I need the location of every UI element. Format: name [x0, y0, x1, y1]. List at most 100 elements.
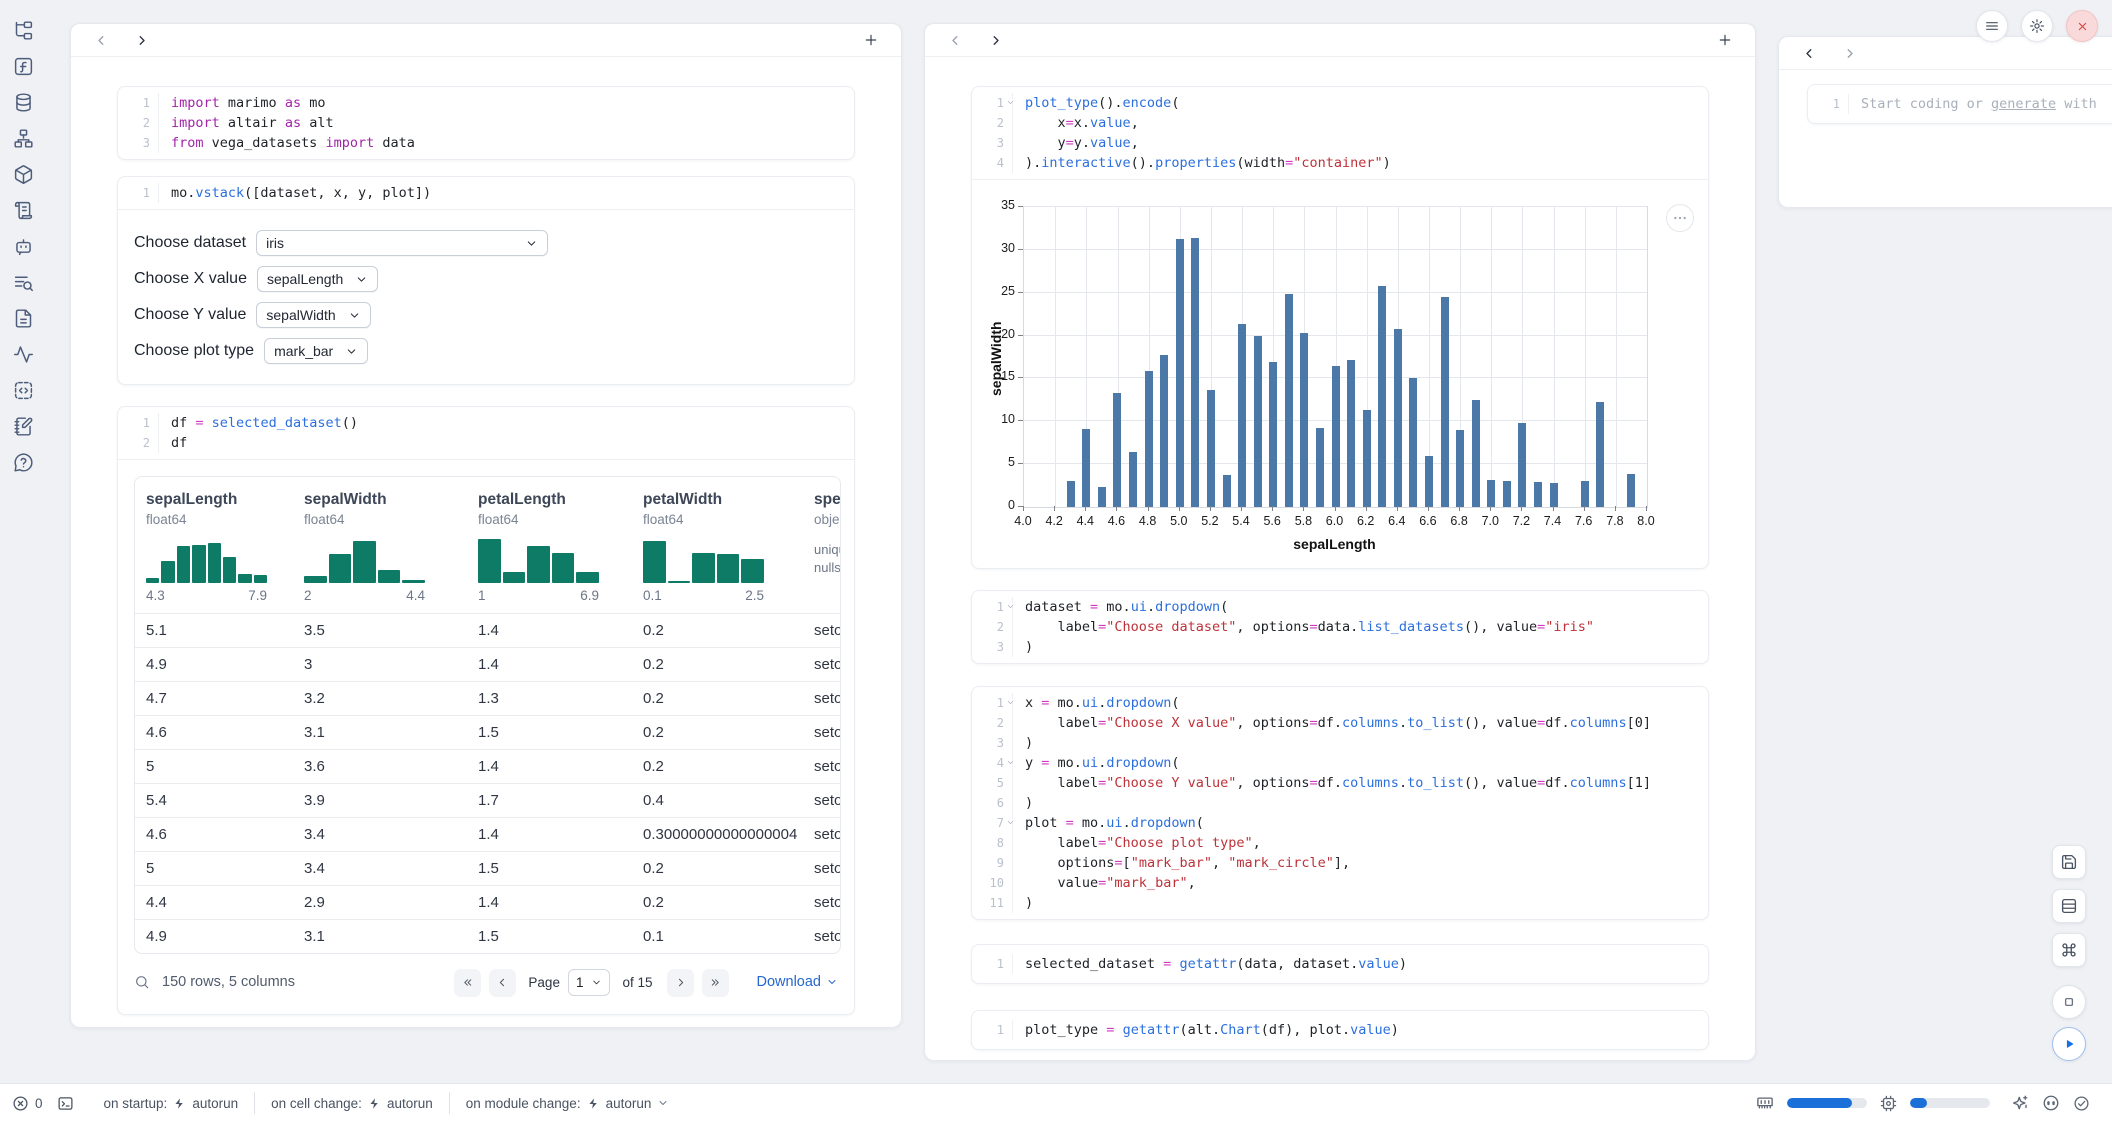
hist-bar [177, 546, 190, 583]
run-config-segment-2[interactable]: on cell change: autorun [254, 1092, 449, 1114]
ai-assist-button[interactable] [2011, 1094, 2029, 1112]
column-header-petalLength[interactable]: petalLength float6416.9 [478, 491, 643, 603]
code-editor[interactable]: 1df = selected_dataset()2df [118, 407, 854, 459]
sidebar-item-dependencies[interactable] [0, 120, 46, 156]
column-header-sepalLength[interactable]: sepalLength float644.37.9 [146, 491, 304, 603]
check-circle-icon [2073, 1095, 2090, 1112]
panel-forward-button[interactable] [1837, 41, 1861, 65]
cell-selected-dataset: 1selected_dataset = getattr(data, datase… [971, 944, 1709, 984]
control-label: Choose X value [134, 270, 247, 288]
code-editor[interactable]: 1import marimo as mo2import altair as al… [118, 87, 854, 159]
sidebar-item-notebook[interactable] [0, 408, 46, 444]
download-button[interactable]: Download [757, 974, 839, 990]
circle-x-icon [12, 1095, 29, 1112]
copilot-button[interactable] [2042, 1094, 2060, 1112]
sidebar-item-help[interactable] [0, 444, 46, 480]
chevron-down-icon [591, 977, 602, 988]
page-select[interactable]: 1 [568, 969, 611, 996]
prev-page-button[interactable] [489, 969, 516, 996]
fold-chevron-icon[interactable] [1006, 602, 1015, 611]
app-view-button[interactable] [2052, 985, 2086, 1019]
bar [1394, 329, 1402, 507]
sidebar-item-documentation[interactable] [0, 300, 46, 336]
run-config-segment-3[interactable]: on module change: autorun [449, 1092, 686, 1114]
sidebar-item-snippets[interactable] [0, 372, 46, 408]
menu-button[interactable] [1976, 10, 2008, 42]
fold-chevron-icon[interactable] [1006, 818, 1015, 827]
panel-forward-button[interactable] [983, 28, 1007, 52]
code-editor[interactable]: 1 Start coding or generate with [1808, 85, 2112, 123]
x-tick-label: 6.4 [1383, 514, 1411, 528]
column-header-sepalWidth[interactable]: sepalWidth float6424.4 [304, 491, 478, 603]
table-cell: 5 [146, 860, 304, 877]
dropdown-choose-plot-type[interactable]: mark_bar [264, 338, 368, 364]
fold-chevron-icon[interactable] [1006, 698, 1015, 707]
code-line: 1import marimo as mo [118, 93, 854, 113]
terminal-button[interactable] [57, 1095, 74, 1112]
sidebar-item-packages[interactable] [0, 156, 46, 192]
next-page-button[interactable] [667, 969, 694, 996]
sidebar-item-scratchpad[interactable] [0, 264, 46, 300]
chevron-right-icon [1842, 46, 1857, 61]
add-cell-button[interactable] [859, 28, 883, 52]
panel-back-button[interactable] [943, 28, 967, 52]
dropdown-choose-dataset[interactable]: iris [256, 230, 548, 256]
sidebar-item-datasources[interactable] [0, 84, 46, 120]
table-cell: setosa [814, 826, 841, 843]
sidebar-item-tracing[interactable] [0, 336, 46, 372]
save-button[interactable] [2052, 845, 2086, 879]
package-icon [13, 164, 34, 185]
table-search-button[interactable] [134, 974, 150, 990]
dropdown-choose-y-value[interactable]: sepalWidth [256, 302, 370, 328]
line-number: 1 [1814, 94, 1840, 114]
function-square-icon [13, 56, 34, 77]
fold-chevron-icon[interactable] [1006, 758, 1015, 767]
sidebar-item-file-explorer[interactable] [0, 12, 46, 48]
code-editor[interactable]: 1x = mo.ui.dropdown(2 label="Choose X va… [972, 687, 1708, 919]
last-page-button[interactable] [702, 969, 729, 996]
column-header-petalWidth[interactable]: petalWidth float640.12.5 [643, 491, 814, 603]
sidebar-item-variables[interactable] [0, 48, 46, 84]
code-editor[interactable]: 1plot_type = getattr(alt.Chart(df), plot… [972, 1011, 1708, 1049]
error-indicator[interactable]: 0 [12, 1095, 43, 1112]
table-cell: 0.2 [643, 860, 814, 877]
code-editor[interactable]: 1mo.vstack([dataset, x, y, plot]) [118, 177, 854, 209]
code-placeholder[interactable]: Start coding or generate with [1848, 94, 2112, 114]
sidebar-item-ai-chat[interactable] [0, 228, 46, 264]
column-header-species[interactable]: species objectunique:nulls: [814, 491, 841, 603]
settings-button[interactable] [2021, 10, 2053, 42]
chart-menu-button[interactable] [1666, 204, 1694, 232]
keyboard-shortcuts-button[interactable] [2052, 933, 2086, 967]
fold-chevron-icon[interactable] [1006, 98, 1015, 107]
x-tick-label: 7.6 [1570, 514, 1598, 528]
panel-forward-button[interactable] [129, 28, 153, 52]
bar [1332, 366, 1340, 507]
dropdown-choose-x-value[interactable]: sepalLength [257, 266, 378, 292]
bar [1176, 239, 1184, 507]
first-page-button[interactable] [454, 969, 481, 996]
chevron-right-icon [988, 33, 1003, 48]
chevron-down-icon [657, 1097, 669, 1109]
panel-layout-button[interactable] [2052, 889, 2086, 923]
connection-status-button[interactable] [2073, 1095, 2090, 1112]
code-line: 1plot_type = getattr(alt.Chart(df), plot… [972, 1020, 1708, 1040]
code-editor[interactable]: 1selected_dataset = getattr(data, datase… [972, 945, 1708, 983]
bar [1550, 483, 1558, 507]
generate-link[interactable]: generate [1991, 96, 2056, 112]
table-cell: 3.9 [304, 792, 478, 809]
hist-bar [527, 546, 550, 583]
panel-back-button[interactable] [1797, 41, 1821, 65]
close-panel-button[interactable] [2066, 10, 2098, 42]
add-cell-button[interactable] [1713, 28, 1737, 52]
save-icon [2060, 853, 2078, 871]
code-editor[interactable]: 1plot_type().encode(2 x=x.value,3 y=y.va… [972, 87, 1708, 179]
run-config-segment-1[interactable]: on startup: autorun [88, 1092, 255, 1114]
ram-icon [1756, 1094, 1774, 1112]
panel-back-button[interactable] [89, 28, 113, 52]
code-editor[interactable]: 1dataset = mo.ui.dropdown(2 label="Choos… [972, 591, 1708, 663]
run-button[interactable] [2052, 1027, 2086, 1061]
sidebar-item-logs[interactable] [0, 192, 46, 228]
code-box-icon [13, 380, 34, 401]
x-tick-label: 4.8 [1134, 514, 1162, 528]
chevron-left-icon [496, 976, 509, 989]
